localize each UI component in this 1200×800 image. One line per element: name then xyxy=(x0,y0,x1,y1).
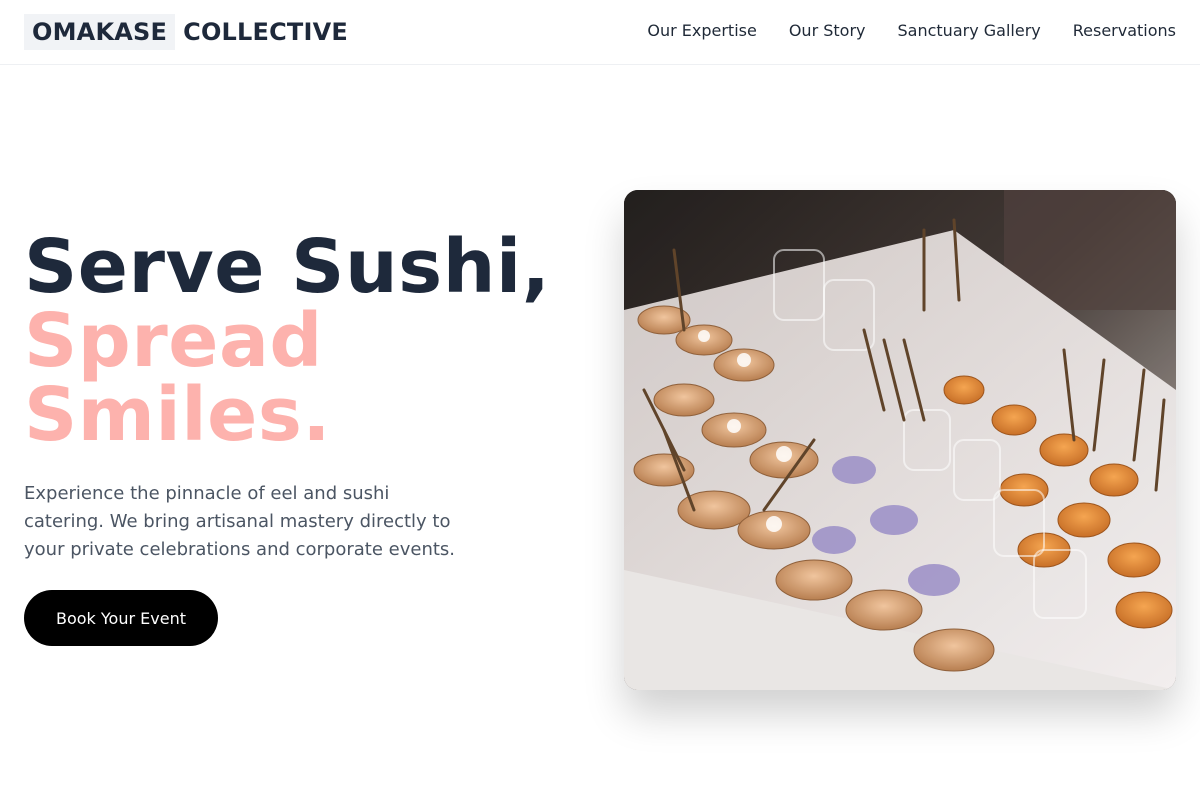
nav-link-reservations[interactable]: Reservations xyxy=(1073,20,1176,42)
main-nav: Our Expertise Our Story Sanctuary Galler… xyxy=(647,20,1176,42)
book-event-button[interactable]: Book Your Event xyxy=(24,590,218,646)
hero-content: Serve Sushi, Spread Smiles. Experience t… xyxy=(24,230,584,564)
nav-link-sanctuary-gallery[interactable]: Sanctuary Gallery xyxy=(898,20,1041,42)
catering-photo-illustration xyxy=(624,190,1176,690)
hero-title-line-3: Smiles. xyxy=(24,372,331,458)
hero-title-line-1: Serve Sushi, xyxy=(24,224,551,310)
site-header: OMAKASE COLLECTIVE Our Expertise Our Sto… xyxy=(0,0,1200,65)
hero-catering-image xyxy=(624,190,1176,690)
logo-primary-word: OMAKASE xyxy=(24,14,176,50)
hero-title-line-2: Spread xyxy=(24,298,323,384)
brand-logo[interactable]: OMAKASE COLLECTIVE xyxy=(24,14,348,50)
logo-secondary-word: COLLECTIVE xyxy=(183,18,349,46)
nav-link-our-expertise[interactable]: Our Expertise xyxy=(647,20,756,42)
hero-title: Serve Sushi, Spread Smiles. xyxy=(24,230,584,452)
nav-link-our-story[interactable]: Our Story xyxy=(789,20,866,42)
hero-description: Experience the pinnacle of eel and sushi… xyxy=(24,483,456,560)
